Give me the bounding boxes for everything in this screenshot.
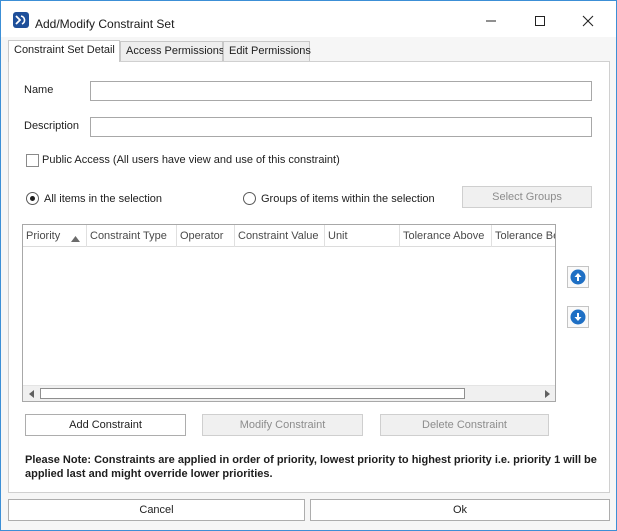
close-icon (582, 15, 594, 27)
minimize-button[interactable] (479, 9, 503, 33)
column-header-operator[interactable]: Operator (177, 225, 235, 247)
scroll-right-icon[interactable] (539, 386, 555, 401)
groups-label[interactable]: Groups of items within the selection (261, 193, 435, 205)
move-up-button[interactable] (567, 266, 589, 288)
name-input[interactable] (90, 81, 592, 101)
all-items-radio[interactable] (26, 192, 39, 205)
arrow-down-circle-icon (570, 309, 586, 325)
close-button[interactable] (576, 9, 600, 33)
groups-radio[interactable] (243, 192, 256, 205)
column-header-tolerance-above[interactable]: Tolerance Above (400, 225, 492, 247)
app-logo-icon (13, 12, 29, 28)
name-label: Name (24, 84, 54, 96)
tab-edit-permissions[interactable]: Edit Permissions (223, 41, 311, 61)
column-header-constraint-value[interactable]: Constraint Value (235, 225, 325, 247)
grid-header: Priority Constraint Type Operator Constr… (23, 225, 555, 247)
public-access-checkbox[interactable] (26, 154, 39, 167)
window-title: Add/Modify Constraint Set (35, 17, 175, 31)
maximize-icon (535, 16, 545, 26)
move-down-button[interactable] (567, 306, 589, 328)
priority-note: Please Note: Constraints are applied in … (25, 454, 597, 480)
description-input[interactable] (90, 117, 592, 137)
scrollbar-thumb[interactable] (40, 388, 465, 399)
scroll-left-icon[interactable] (23, 386, 39, 401)
cancel-button[interactable]: Cancel (8, 499, 305, 521)
tab-constraint-set-detail[interactable]: Constraint Set Detail (8, 40, 120, 62)
add-constraint-button[interactable]: Add Constraint (25, 414, 186, 436)
column-header-constraint-type[interactable]: Constraint Type (87, 225, 177, 247)
dialog-window: Add/Modify Constraint Set Constraint Set… (0, 0, 617, 531)
horizontal-scrollbar[interactable] (23, 385, 555, 401)
tab-strip: Constraint Set Detail Access Permissions… (8, 40, 608, 62)
ok-button[interactable]: Ok (310, 499, 610, 521)
arrow-up-circle-icon (570, 269, 586, 285)
delete-constraint-button[interactable]: Delete Constraint (380, 414, 549, 436)
description-label: Description (24, 120, 80, 132)
select-groups-button[interactable]: Select Groups (462, 186, 592, 208)
constraints-grid: Priority Constraint Type Operator Constr… (22, 224, 556, 402)
modify-constraint-button[interactable]: Modify Constraint (202, 414, 363, 436)
all-items-label[interactable]: All items in the selection (44, 193, 162, 205)
minimize-icon (486, 20, 496, 22)
tab-access-permissions[interactable]: Access Permissions (120, 41, 224, 61)
column-header-tolerance-below[interactable]: Tolerance Be (492, 225, 555, 247)
column-header-unit[interactable]: Unit (325, 225, 400, 247)
title-bar: Add/Modify Constraint Set (1, 1, 616, 37)
maximize-button[interactable] (528, 9, 552, 33)
public-access-label[interactable]: Public Access (All users have view and u… (42, 154, 340, 166)
sort-ascending-icon (71, 233, 80, 245)
constraint-set-panel: Name Description Public Access (All user… (8, 61, 610, 493)
